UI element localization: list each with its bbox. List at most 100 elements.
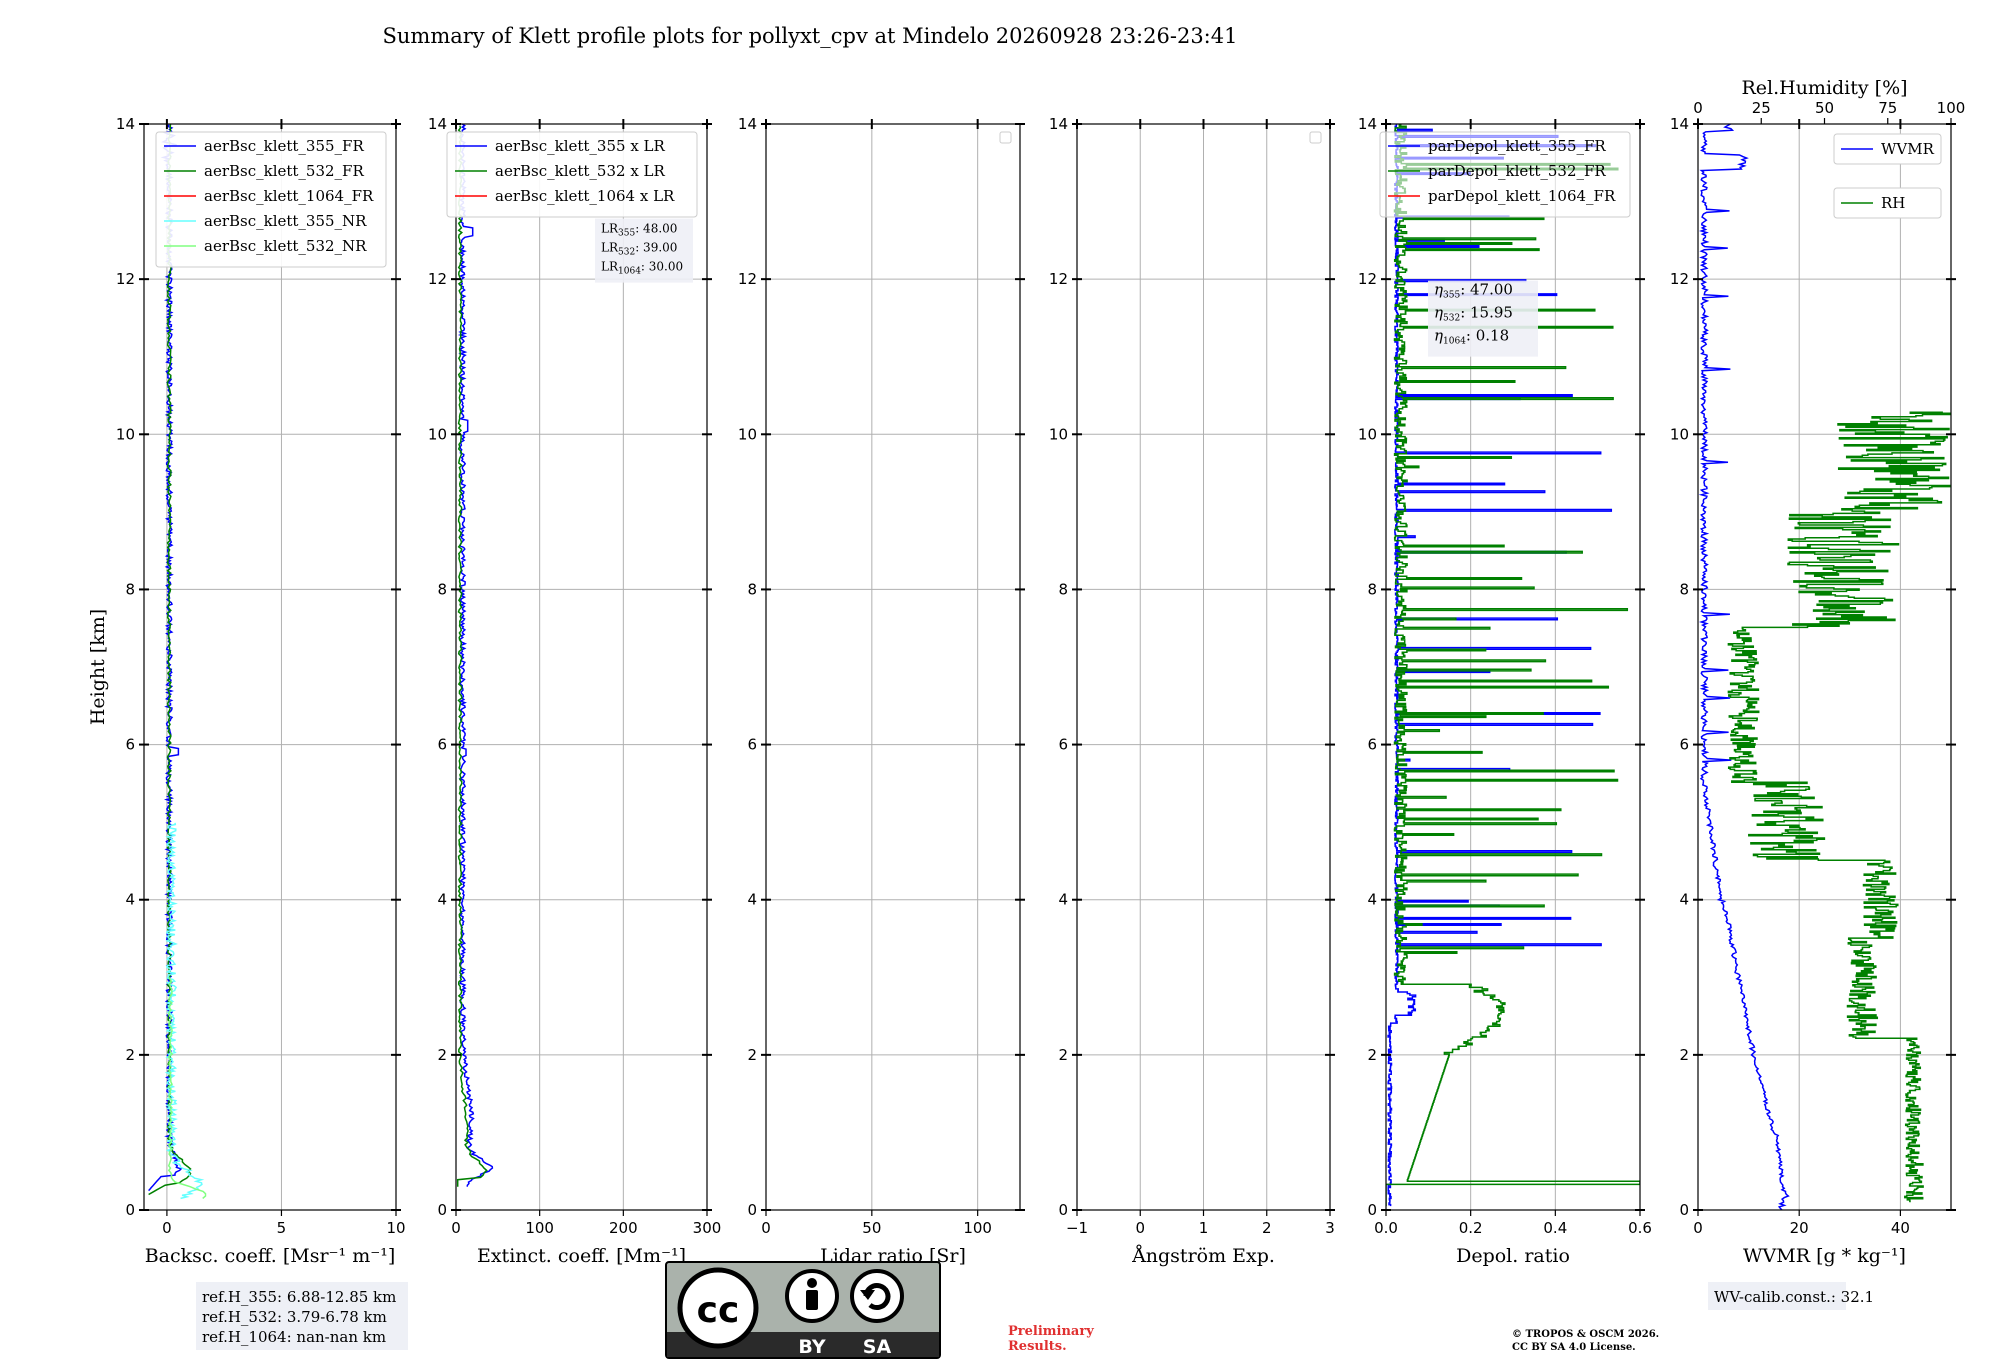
series-line-aerBsc_klett_532_FR — [148, 124, 192, 1196]
klett-summary-figure: Summary of Klett profile plots for polly… — [87, 24, 1965, 1359]
x-tick-label: 0.4 — [1543, 1219, 1567, 1237]
annotation-symbol: η — [1434, 281, 1443, 299]
annotation-subscript: 1064 — [1443, 337, 1466, 347]
wv-calib-box: WV-calib.const.: 32.1 — [1708, 1282, 1874, 1310]
y-tick-label: 2 — [125, 1046, 135, 1064]
x-tick-label: 20 — [1790, 1219, 1809, 1237]
license-sa-label: SA — [863, 1336, 892, 1358]
x-tick-label: 0.0 — [1374, 1219, 1398, 1237]
y-tick-label: 10 — [738, 425, 757, 443]
series-line-aerBsc_klett_355_NR — [164, 822, 205, 1200]
y-tick-label: 10 — [1670, 425, 1689, 443]
ref-height-1064: ref.H_1064: nan-nan km — [202, 1328, 386, 1346]
x-axis-label: Extinct. coeff. [Mm⁻¹] — [477, 1245, 686, 1267]
y-tick-label: 6 — [437, 736, 447, 754]
cc-by-sa-logo: cc BY SA — [665, 1261, 941, 1359]
x-tick-label: 2 — [1262, 1219, 1272, 1237]
ref-height-532: ref.H_532: 3.79-6.78 km — [202, 1308, 387, 1326]
annotation-value: : 48.00 — [635, 222, 677, 236]
y-tick-label: 2 — [747, 1046, 757, 1064]
y-tick-label: 14 — [1670, 115, 1689, 133]
y-tick-label: 14 — [428, 115, 447, 133]
legend-RH: RH — [1833, 187, 1942, 219]
y-tick-label: 4 — [437, 891, 447, 909]
y-tick-label: 10 — [1358, 425, 1377, 443]
legend-label: parDepol_klett_355_FR — [1428, 137, 1606, 155]
x-tick-label: 0 — [162, 1219, 172, 1237]
preliminary-line-2: Results. — [1008, 1339, 1067, 1354]
y-tick-label: 0 — [1058, 1201, 1068, 1219]
y-tick-label: 6 — [747, 736, 757, 754]
x2-axis-label: Rel.Humidity [%] — [1741, 77, 1907, 99]
x-tick-label: 0.6 — [1628, 1219, 1652, 1237]
legend-label: aerBsc_klett_532_NR — [204, 237, 367, 255]
legend-label: RH — [1881, 194, 1905, 212]
series-line-aerBsc_klett_355 x LR — [457, 124, 494, 1187]
legend: aerBsc_klett_355_FR aerBsc_klett_532_FRae… — [155, 131, 387, 268]
y-tick-label: 8 — [125, 580, 135, 598]
x-tick-label: 0.2 — [1459, 1219, 1483, 1237]
legend-WVMR: WVMR — [1833, 133, 1942, 165]
annotation-value: : 47.00 — [1460, 281, 1513, 299]
annotation-subscript: 532 — [1443, 314, 1460, 324]
y-tick-label: 6 — [1367, 736, 1377, 754]
annotation-subscript: 532 — [618, 248, 635, 258]
preliminary-line-1: Preliminary — [1008, 1324, 1094, 1339]
annotation-symbol: LR — [601, 260, 619, 274]
panel-frame — [1697, 123, 1952, 1211]
y-tick-label: 2 — [1058, 1046, 1068, 1064]
annotation-value: : 39.00 — [635, 241, 677, 255]
y-tick-label: 14 — [738, 115, 757, 133]
x-tick-label: 1 — [1199, 1219, 1209, 1237]
y-tick-label: 2 — [437, 1046, 447, 1064]
y-tick-label: 4 — [747, 891, 757, 909]
annotation-symbol: LR — [601, 241, 619, 255]
legend-label: aerBsc_klett_355_FR — [204, 137, 364, 155]
panel-frame — [765, 123, 1021, 1211]
x-tick-label: 100 — [525, 1219, 554, 1237]
license-by-label: BY — [798, 1336, 825, 1358]
panel-frame — [455, 123, 708, 1211]
x-tick-label: 5 — [277, 1219, 287, 1237]
annotation-symbol: η — [1434, 304, 1443, 322]
x-tick-label: 300 — [693, 1219, 722, 1237]
x2-tick-label: 50 — [1815, 99, 1834, 117]
y-tick-label: 6 — [1679, 736, 1689, 754]
annotation-value: : 30.00 — [641, 260, 683, 274]
sa-share-icon — [850, 1269, 904, 1323]
empty-legend-box — [1309, 131, 1322, 144]
annotation-subscript: 355 — [1443, 291, 1460, 301]
y-tick-label: 6 — [125, 736, 135, 754]
y-tick-label: 12 — [116, 270, 135, 288]
x-tick-label: 100 — [963, 1219, 992, 1237]
annotation-subscript: 1064 — [618, 267, 641, 277]
lidar-ratio-annotation: LR355: 48.00LR532: 39.00LR1064: 30.00 — [595, 218, 693, 283]
legend-label: aerBsc_klett_355_NR — [204, 212, 367, 230]
panel-ext: 0 2 4 6 8 10 12 14 0 100 200 300 Extinct. coeff. [Mm… — [428, 115, 721, 1267]
y-tick-label: 12 — [1358, 270, 1377, 288]
y-tick-label: 4 — [1367, 891, 1377, 909]
panel-lr: 024681012140 50 100Lidar ratio [Sr] — [738, 115, 1025, 1267]
x-tick-label: 10 — [386, 1219, 405, 1237]
panels: 024681012140 5 10Backsc. coeff. [Msr⁻¹ m⁻¹… — [87, 77, 1965, 1267]
panel-frame — [143, 123, 397, 1211]
legend-label: aerBsc_klett_532 x LR — [495, 162, 666, 180]
annotation-value: : 15.95 — [1460, 304, 1513, 322]
y-tick-label: 12 — [1670, 270, 1689, 288]
y-tick-label: 14 — [1358, 115, 1377, 133]
y-tick-label: 0 — [1367, 1201, 1377, 1219]
annotation-subscript: 355 — [618, 229, 635, 239]
legend-label: parDepol_klett_1064_FR — [1428, 187, 1616, 205]
by-person-head — [807, 1278, 817, 1288]
x-tick-label: 0 — [761, 1219, 771, 1237]
y-tick-label: 12 — [1049, 270, 1068, 288]
panel-dep: 0 2 4 6 8 10 12 14 0.0 0.2 0.4 0.6 Depol. ratio parDe… — [1358, 115, 1652, 1267]
y-tick-label: 0 — [437, 1201, 447, 1219]
annotation-symbol: LR — [601, 222, 619, 236]
x2-tick-label: 25 — [1752, 99, 1771, 117]
series-line-aerBsc_klett_355_FR — [148, 124, 183, 1192]
legend-label: WVMR — [1881, 140, 1935, 158]
y-tick-label: 10 — [116, 425, 135, 443]
x-tick-label: 0 — [1693, 1219, 1703, 1237]
y-axis-label: Height [km] — [87, 609, 109, 725]
